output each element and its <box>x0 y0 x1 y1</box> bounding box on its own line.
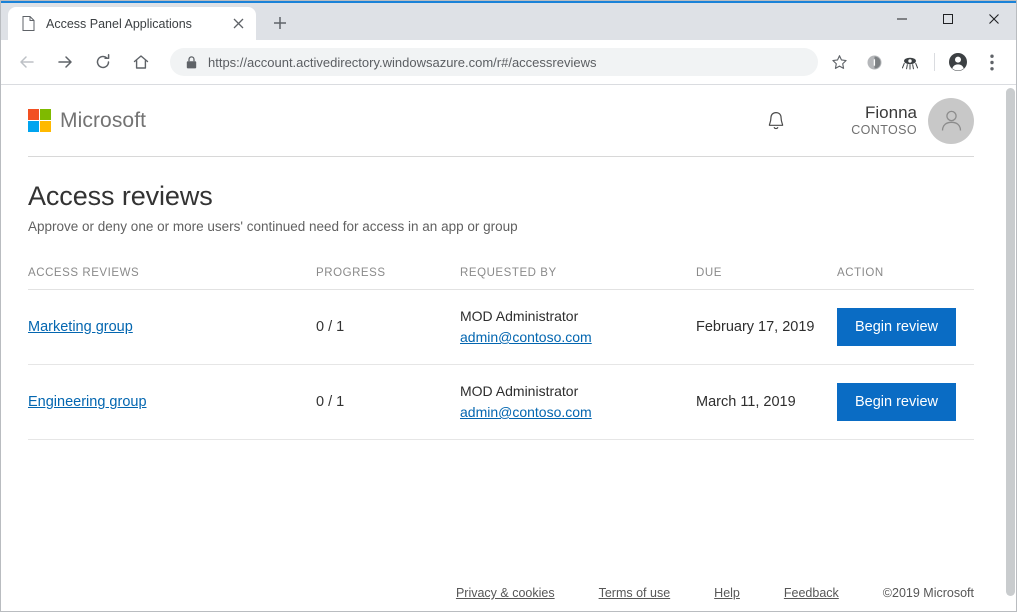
maximize-button[interactable] <box>925 3 971 35</box>
user-menu[interactable]: Fionna CONTOSO <box>851 98 974 144</box>
minimize-icon <box>896 13 908 25</box>
requester-email-link[interactable]: admin@contoso.com <box>460 404 592 420</box>
person-avatar-icon <box>938 107 965 134</box>
browser-window: Access Panel Applications <box>0 0 1017 612</box>
review-progress: 0 / 1 <box>316 394 460 410</box>
logo-square-blue <box>28 121 39 132</box>
review-requested-by: MOD Administrator admin@contoso.com <box>460 306 696 348</box>
review-progress: 0 / 1 <box>316 319 460 335</box>
minimize-button[interactable] <box>879 3 925 35</box>
review-due-date: March 11, 2019 <box>696 394 837 410</box>
arrow-left-icon <box>18 53 36 71</box>
close-icon <box>988 13 1000 25</box>
home-icon <box>132 53 150 71</box>
begin-review-button[interactable]: Begin review <box>837 308 956 346</box>
requester-email-link[interactable]: admin@contoso.com <box>460 329 592 345</box>
close-window-button[interactable] <box>971 3 1017 35</box>
url-text: https://account.activedirectory.windowsa… <box>208 55 596 70</box>
column-header-progress: PROGRESS <box>316 267 460 279</box>
arrow-right-icon <box>56 53 74 71</box>
requester-name: MOD Administrator <box>460 381 696 402</box>
reload-button[interactable] <box>88 47 118 77</box>
access-reviews-page: Microsoft Fionna CONTOSO <box>0 85 1002 612</box>
page-subtitle: Approve or deny one or more users' conti… <box>28 219 974 234</box>
review-due-date: February 17, 2019 <box>696 319 837 335</box>
tab-title: Access Panel Applications <box>46 17 223 31</box>
three-dot-menu-icon <box>990 54 994 71</box>
footer-link-terms-of-use[interactable]: Terms of use <box>599 586 671 600</box>
table-row: Marketing group 0 / 1 MOD Administrator … <box>28 290 974 365</box>
user-organization: CONTOSO <box>851 123 917 138</box>
logo-square-red <box>28 109 39 120</box>
column-header-due: DUE <box>696 267 837 279</box>
review-name-link[interactable]: Marketing group <box>28 319 133 335</box>
maximize-icon <box>942 13 954 25</box>
column-header-requested-by: REQUESTED BY <box>460 267 696 279</box>
eye-icon[interactable] <box>897 49 923 75</box>
tab-strip: Access Panel Applications <box>0 3 1017 40</box>
page-viewport: Microsoft Fionna CONTOSO <box>0 85 1017 612</box>
column-header-action: ACTION <box>837 267 974 279</box>
back-button[interactable] <box>12 47 42 77</box>
address-bar[interactable]: https://account.activedirectory.windowsa… <box>170 48 818 76</box>
notifications-button[interactable] <box>759 104 793 138</box>
toolbar-divider <box>934 53 935 71</box>
footer-link-help[interactable]: Help <box>714 586 740 600</box>
logo-square-green <box>40 109 51 120</box>
plus-icon <box>273 16 287 30</box>
microsoft-logo[interactable]: Microsoft <box>28 109 146 133</box>
begin-review-button[interactable]: Begin review <box>837 383 956 421</box>
account-icon <box>948 52 968 72</box>
avatar[interactable] <box>928 98 974 144</box>
home-button[interactable] <box>126 47 156 77</box>
star-icon <box>831 54 848 71</box>
circle-badge-icon[interactable] <box>861 49 887 75</box>
browser-menu-button[interactable] <box>977 47 1007 77</box>
access-reviews-table: ACCESS REVIEWS PROGRESS REQUESTED BY DUE… <box>28 265 974 440</box>
bookmark-button[interactable] <box>824 47 854 77</box>
user-names: Fionna CONTOSO <box>851 103 917 138</box>
user-name: Fionna <box>851 103 917 123</box>
table-row: Engineering group 0 / 1 MOD Administrato… <box>28 365 974 440</box>
footer-link-feedback[interactable]: Feedback <box>784 586 839 600</box>
browser-profile-button[interactable] <box>943 47 973 77</box>
browser-tab[interactable]: Access Panel Applications <box>8 7 256 40</box>
bell-icon <box>766 110 786 132</box>
microsoft-logo-icon <box>28 109 51 132</box>
page-title: Access reviews <box>28 181 974 212</box>
scrollbar-thumb[interactable] <box>1006 88 1015 596</box>
page-spacer <box>28 440 974 586</box>
reload-icon <box>94 53 112 71</box>
column-header-access-reviews: ACCESS REVIEWS <box>28 267 316 279</box>
table-header-row: ACCESS REVIEWS PROGRESS REQUESTED BY DUE… <box>28 265 974 290</box>
page-scrollbar[interactable] <box>1002 85 1017 612</box>
window-controls <box>879 3 1017 40</box>
page-footer: Privacy & cookies Terms of use Help Feed… <box>28 586 974 612</box>
site-header-right: Fionna CONTOSO <box>759 98 974 144</box>
review-name-link[interactable]: Engineering group <box>28 394 147 410</box>
site-header: Microsoft Fionna CONTOSO <box>28 85 974 157</box>
footer-copyright: ©2019 Microsoft <box>883 586 974 600</box>
page-icon <box>20 16 36 32</box>
requester-name: MOD Administrator <box>460 306 696 327</box>
logo-square-yellow <box>40 121 51 132</box>
forward-button[interactable] <box>50 47 80 77</box>
tab-close-icon[interactable] <box>229 15 247 33</box>
lock-icon <box>184 55 198 69</box>
new-tab-button[interactable] <box>266 9 294 37</box>
review-requested-by: MOD Administrator admin@contoso.com <box>460 381 696 423</box>
browser-toolbar: https://account.activedirectory.windowsa… <box>0 40 1017 85</box>
page-heading-block: Access reviews Approve or deny one or mo… <box>28 157 974 234</box>
microsoft-wordmark: Microsoft <box>60 109 146 133</box>
footer-link-privacy-cookies[interactable]: Privacy & cookies <box>456 586 555 600</box>
